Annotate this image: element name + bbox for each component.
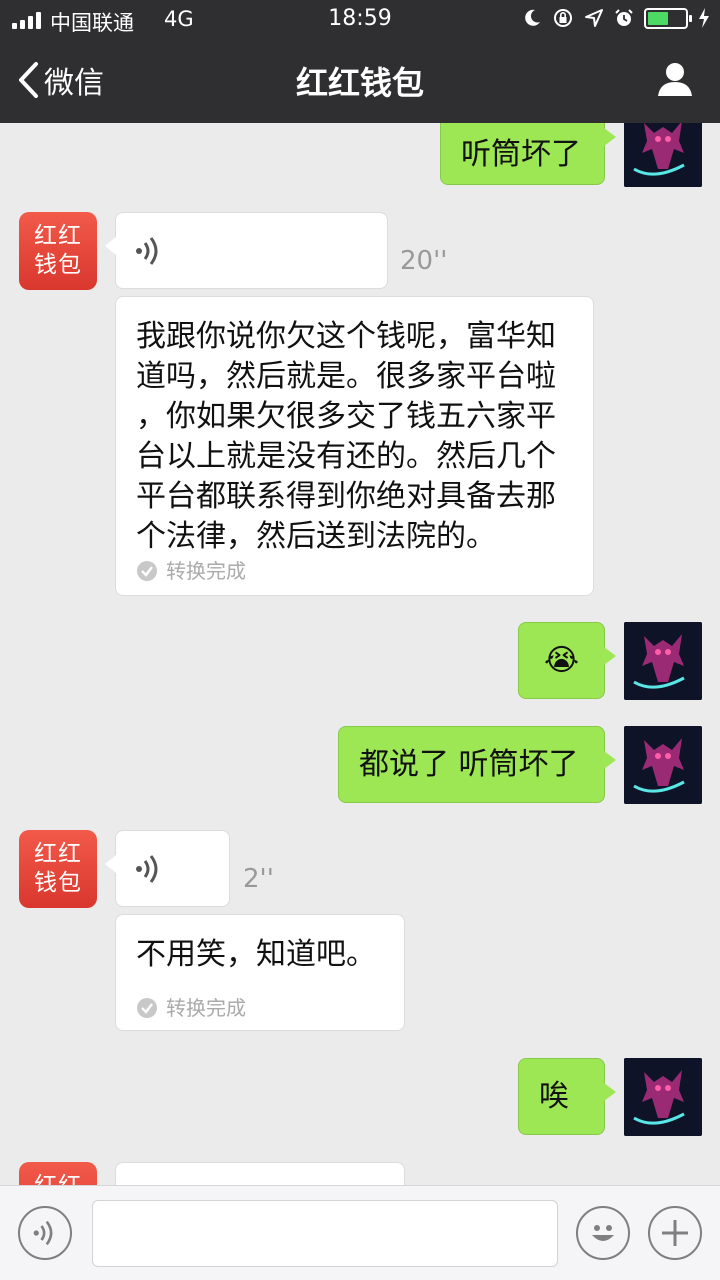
location-icon [585,9,603,27]
message-outgoing: 唉 [0,1058,720,1138]
character-avatar-image [624,622,702,700]
text-bubble[interactable]: 都说了 听筒坏了 [338,726,616,803]
conversion-status: 转换完成 [136,553,246,589]
status-bar: 中国联通 4G 18:59 [0,0,720,40]
check-circle-icon [137,561,157,581]
status-icons [522,7,710,29]
transcript-text: 我跟你说你欠这个钱呢，富华知 道吗，然后就是。很多家平台啦 ，你如果欠很多交了钱… [136,319,556,554]
input-bar [0,1185,720,1280]
voice-wave-icon [136,854,158,883]
user-avatar[interactable] [624,622,702,700]
emoji-icon [592,1225,614,1241]
conversion-status-text: 转换完成 [166,559,246,583]
user-avatar[interactable] [624,1058,702,1136]
emoji-bubble[interactable]: 😭 [518,622,616,699]
battery-level-fill [648,11,668,25]
message-text: 听筒坏了 [461,137,581,172]
transcript-bubble[interactable]: 不用笑，知道吧。 转换完成 [115,914,405,1031]
voice-input-icon [33,1220,53,1246]
moon-icon [525,9,540,26]
voice-transcript: 我跟你说你欠这个钱呢，富华知 道吗，然后就是。很多家平台啦 ，你如果欠很多交了钱… [0,296,720,596]
voice-message-bubble[interactable] [105,830,230,907]
plus-icon [662,1220,688,1246]
conversion-status: 转换完成 [136,990,246,1026]
contact-avatar[interactable]: 红红 钱包 [19,212,97,290]
navigation-bar: 微信 红红钱包 [0,40,720,123]
emoji-button[interactable] [576,1206,630,1260]
voice-duration: 2'' [243,864,274,894]
emoji-text: 😭 [543,642,580,678]
contact-avatar[interactable]: 红红 钱包 [19,1162,97,1185]
conversion-status-text: 转换完成 [166,996,246,1020]
message-text: 唉 [539,1078,569,1114]
message-bubble-partial[interactable] [115,1162,405,1185]
transcript-bubble[interactable]: 我跟你说你欠这个钱呢，富华知 道吗，然后就是。很多家平台啦 ，你如果欠很多交了钱… [115,296,594,596]
message-incoming-partial: 红红 钱包 [0,1162,720,1185]
voice-wave-icon [136,236,158,265]
contact-avatar[interactable]: 红红 钱包 [19,830,97,908]
transcript-text: 不用笑，知道吧。 [136,937,376,972]
back-label: 微信 [44,66,104,101]
chat-message-list[interactable]: 听筒坏了 红红 钱包 20'' 我跟你说你欠这个钱呢，富华知 道吗，然后就是。很… [0,123,720,1185]
back-button[interactable]: 微信 [16,58,104,102]
battery-icon [644,7,692,29]
voice-input-button[interactable] [18,1206,72,1260]
avatar-text-line2: 钱包 [34,252,82,278]
avatar-text-line1: 红红 [34,841,82,867]
message-outgoing-emoji: 😭 [0,622,720,702]
message-incoming-voice: 红红 钱包 20'' [0,212,720,292]
character-avatar-image [624,123,702,187]
text-bubble[interactable]: 唉 [518,1058,616,1135]
orientation-lock-icon [554,9,572,27]
check-circle-icon [137,998,157,1018]
character-avatar-image [624,726,702,804]
user-avatar[interactable] [624,726,702,804]
chat-title: 红红钱包 [295,64,424,102]
more-button[interactable] [648,1206,702,1260]
message-outgoing: 听筒坏了 [0,123,720,193]
message-text: 都说了 听筒坏了 [359,746,579,782]
message-outgoing: 都说了 听筒坏了 [0,726,720,806]
message-incoming-voice: 红红 钱包 2'' [0,830,720,910]
avatar-text-line1: 红红 [34,223,82,249]
voice-transcript: 不用笑，知道吧。 转换完成 [0,914,720,1032]
avatar-text-line1: 红红 [19,1172,97,1185]
voice-message-bubble[interactable] [105,212,388,289]
alarm-icon [615,9,633,26]
message-input[interactable] [92,1200,558,1267]
character-avatar-image [624,1058,702,1136]
chat-info-button[interactable] [656,60,694,102]
chevron-left-icon [19,62,38,98]
voice-duration: 20'' [400,246,448,276]
charging-icon [699,8,709,28]
text-bubble[interactable]: 听筒坏了 [440,123,616,185]
person-icon [658,63,692,96]
user-avatar[interactable] [624,123,702,187]
avatar-text-line2: 钱包 [34,870,82,896]
top-bar: 中国联通 4G 18:59 微信 红红钱包 [0,0,720,123]
